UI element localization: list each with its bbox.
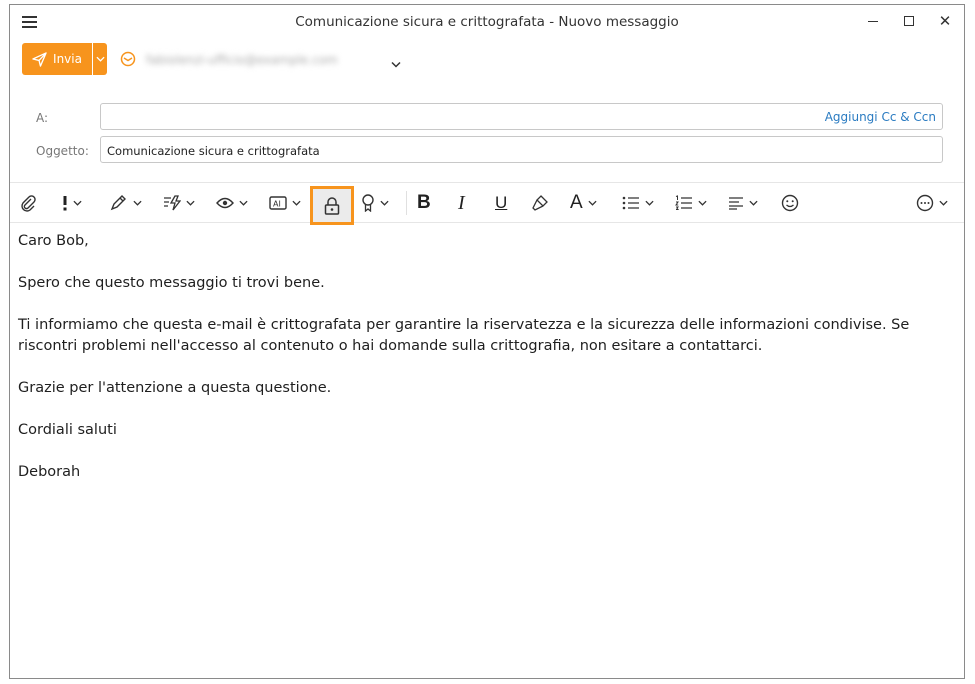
send-group: Invia (22, 43, 107, 75)
maximize-button[interactable] (898, 11, 920, 31)
read-receipt-button[interactable] (216, 183, 248, 223)
from-address[interactable]: fabiolenzi-ufficio@example.com (146, 53, 338, 67)
chevron-down-icon (588, 200, 597, 206)
body-paragraph: Ti informiamo che questa e-mail è critto… (18, 317, 910, 354)
chevron-down-icon (95, 56, 105, 62)
send-label: Invia (53, 52, 82, 66)
signature-button[interactable] (110, 183, 142, 223)
compose-window: Comunicazione sicura e crittografata - N… (9, 4, 965, 679)
chevron-down-icon (939, 200, 948, 206)
format-painter-icon (532, 195, 548, 211)
badge-button[interactable] (361, 183, 389, 223)
chevron-down-icon (186, 200, 195, 206)
send-icon (32, 51, 47, 67)
window-title: Comunicazione sicura e crittografata - N… (295, 14, 679, 30)
badge-icon (362, 194, 374, 212)
emoji-icon (781, 194, 799, 212)
toolbar-divider (406, 191, 407, 215)
chevron-down-icon (698, 200, 707, 206)
align-button[interactable] (728, 183, 758, 223)
numbered-list-button[interactable] (675, 183, 707, 223)
underline-button[interactable]: U (495, 183, 507, 223)
format-painter-button[interactable] (531, 183, 549, 223)
importance-icon (63, 196, 67, 211)
chevron-down-icon (73, 200, 82, 206)
body-paragraph: Grazie per l'attenzione a questa questio… (18, 380, 332, 396)
importance-button[interactable] (62, 183, 82, 223)
body-paragraph: Spero che questo messaggio ti trovi bene… (18, 275, 325, 291)
from-account-icon[interactable] (120, 51, 136, 71)
numbered-list-icon (675, 195, 692, 210)
emoji-button[interactable] (781, 183, 799, 223)
signature-icon (110, 195, 126, 211)
close-icon: ✕ (938, 11, 952, 30)
send-button[interactable]: Invia (22, 43, 92, 75)
bold-icon: B (417, 192, 431, 213)
chevron-down-icon (239, 200, 248, 206)
closing-line: Cordiali saluti (18, 422, 117, 438)
chevron-down-icon (749, 200, 758, 206)
add-cc-bcc-link[interactable]: Aggiungi Cc & Ccn (825, 110, 936, 124)
subject-value: Comunicazione sicura e crittografata (107, 144, 320, 158)
more-icon (916, 194, 934, 212)
subject-field[interactable]: Comunicazione sicura e crittografata (100, 136, 943, 163)
minimize-button[interactable] (862, 11, 884, 31)
encrypt-button[interactable] (310, 186, 354, 225)
ai-icon: AI (269, 196, 287, 210)
lock-icon (324, 196, 340, 215)
font-color-button[interactable]: A (570, 183, 597, 223)
chevron-down-icon (380, 200, 389, 206)
from-dropdown[interactable] (391, 53, 401, 72)
chevron-down-icon (133, 200, 142, 206)
close-button[interactable]: ✕ (934, 11, 956, 31)
chevron-down-icon (645, 200, 654, 206)
to-label: A: (36, 111, 49, 125)
quick-actions-icon (164, 195, 181, 211)
more-options-button[interactable] (916, 183, 948, 223)
italic-button[interactable]: I (458, 183, 465, 223)
format-toolbar: AI B I U A (10, 182, 964, 225)
message-body[interactable]: Caro Bob, Spero che questo messaggio ti … (18, 231, 953, 504)
bold-button[interactable]: B (417, 183, 431, 223)
bullet-list-icon (622, 196, 639, 210)
minimize-icon (868, 20, 878, 22)
envelope-open-icon (120, 51, 136, 67)
quick-actions-button[interactable] (163, 183, 195, 223)
svg-text:AI: AI (273, 200, 281, 209)
to-field[interactable]: Aggiungi Cc & Ccn (100, 103, 943, 130)
italic-icon: I (458, 191, 465, 214)
title-bar: Comunicazione sicura e crittografata - N… (10, 5, 964, 39)
signature-line: Deborah (18, 464, 81, 480)
font-color-icon: A (570, 192, 583, 213)
ai-assist-button[interactable]: AI (269, 183, 301, 223)
paperclip-icon (21, 195, 36, 212)
align-left-icon (729, 197, 743, 210)
underline-icon: U (495, 193, 508, 212)
send-options-button[interactable] (92, 43, 107, 75)
greeting-line: Caro Bob, (18, 233, 89, 249)
subject-label: Oggetto: (36, 144, 89, 158)
attach-button[interactable] (20, 183, 36, 223)
bullet-list-button[interactable] (622, 183, 654, 223)
maximize-icon (904, 16, 914, 26)
chevron-down-icon (292, 200, 301, 206)
eye-icon (216, 197, 234, 209)
chevron-down-icon (391, 61, 401, 68)
